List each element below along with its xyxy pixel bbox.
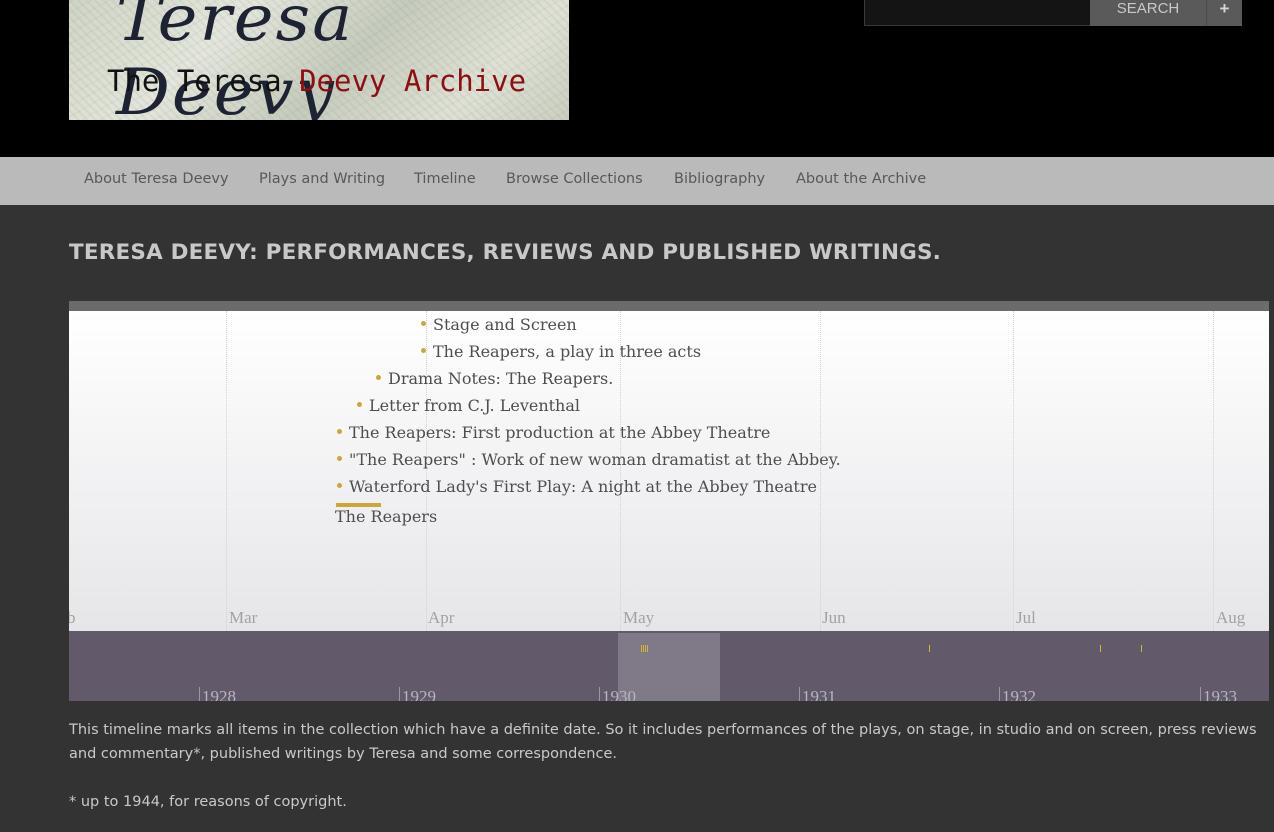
timeline-detail-band[interactable]: Stage and Screen The Reapers, a play in … (69, 311, 1269, 631)
overview-year-tick (399, 687, 400, 701)
timeline-gridline (1213, 311, 1214, 631)
overview-year-label: 1931 (802, 687, 836, 701)
timeline-event-dot[interactable] (337, 456, 342, 461)
advanced-search-toggle[interactable]: + (1206, 0, 1242, 26)
site-title: The Teresa Deevy Archive (107, 64, 527, 98)
overview-year-tick (599, 687, 600, 701)
timeline-event-dot[interactable] (337, 483, 342, 488)
main-nav: About Teresa Deevy Plays and Writing Tim… (0, 157, 1274, 205)
overview-year-tick (999, 687, 1000, 701)
overview-year-label: 1932 (1002, 687, 1036, 701)
overview-year-label: 1929 (402, 687, 436, 701)
timeline-month-label: May (623, 608, 655, 627)
site-header: Teresa Deevy The Teresa Deevy Archive SE… (0, 0, 1274, 157)
nav-item-plays-and-writing[interactable]: Plays and Writing (259, 171, 385, 187)
timeline-event[interactable]: Waterford Lady's First Play: A night at … (349, 477, 817, 496)
overview-year-tick (199, 687, 200, 701)
timeline-month-label: Apr (428, 608, 455, 627)
overview-year-label: 1930 (602, 687, 636, 701)
overview-year-tick (1200, 687, 1201, 701)
timeline-gridline (1013, 311, 1014, 631)
timeline-event[interactable]: The Reapers, a play in three acts (433, 342, 701, 361)
timeline-event[interactable]: The Reapers: First production at the Abb… (349, 423, 770, 442)
timeline-gridline (820, 311, 821, 631)
overview-event-marker (1100, 645, 1101, 652)
nav-item-about-teresa-deevy[interactable]: About Teresa Deevy (84, 171, 229, 187)
timeline-widget[interactable]: Stage and Screen The Reapers, a play in … (69, 301, 1269, 701)
timeline-event-dot[interactable] (337, 429, 342, 434)
timeline-overview-band[interactable]: 1928 1929 1930 1931 1932 1933 (69, 631, 1269, 701)
timeline-event[interactable]: "The Reapers" : Work of new woman dramat… (349, 450, 841, 469)
timeline-month-label: Jun (822, 608, 846, 627)
copyright-footnote: * up to 1944, for reasons of copyright. (69, 794, 347, 810)
timeline-gridline (426, 311, 427, 631)
timeline-event-dot[interactable] (376, 375, 381, 380)
overview-event-marker (641, 645, 642, 652)
overview-year-label: 1928 (202, 687, 236, 701)
nav-item-browse-collections[interactable]: Browse Collections (506, 171, 643, 187)
signature-logo: Teresa Deevy (115, 0, 355, 120)
timeline-month-label: Mar (229, 608, 258, 627)
page-title: TERESA DEEVY: PERFORMANCES, REVIEWS AND … (69, 240, 942, 265)
timeline-month-label: Jul (1016, 608, 1036, 627)
timeline-duration-event[interactable]: The Reapers (335, 507, 437, 526)
overview-year-label: 1933 (1203, 687, 1237, 701)
timeline-event[interactable]: Drama Notes: The Reapers. (388, 369, 613, 388)
search-input[interactable] (864, 0, 1092, 26)
timeline-event-dot[interactable] (357, 402, 362, 407)
search-button[interactable]: SEARCH (1090, 0, 1206, 26)
timeline-event[interactable]: Letter from C.J. Leventhal (369, 396, 580, 415)
timeline-description: This timeline marks all items in the col… (69, 722, 1257, 762)
nav-item-about-the-archive[interactable]: About the Archive (796, 171, 926, 187)
overview-event-marker (643, 645, 644, 652)
overview-event-marker (1141, 645, 1142, 652)
nav-item-bibliography[interactable]: Bibliography (674, 171, 765, 187)
timeline-event-dot[interactable] (421, 348, 426, 353)
timeline-event-dot[interactable] (421, 321, 426, 326)
timeline-month-label: Aug (1216, 608, 1246, 627)
overview-event-marker (929, 645, 930, 652)
overview-event-marker (647, 645, 648, 652)
overview-year-tick (799, 687, 800, 701)
timeline-gridline (226, 311, 227, 631)
timeline-top-bar (69, 301, 1269, 311)
nav-item-timeline[interactable]: Timeline (414, 171, 476, 187)
timeline-event[interactable]: Stage and Screen (433, 315, 577, 334)
site-logo-banner[interactable]: Teresa Deevy The Teresa Deevy Archive (69, 0, 569, 120)
timeline-month-label: b (69, 608, 76, 627)
overview-event-marker (645, 645, 646, 652)
